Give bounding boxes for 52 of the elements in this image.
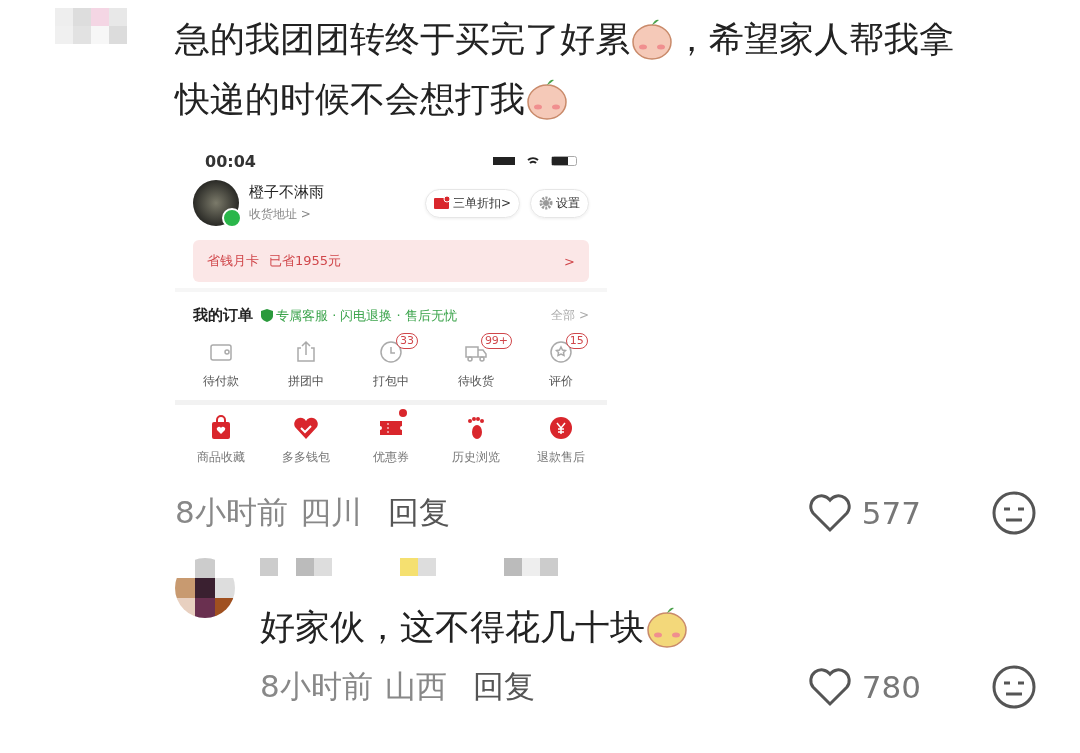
heart-icon[interactable] bbox=[807, 667, 852, 707]
order-status-button[interactable]: 待收货 bbox=[457, 373, 494, 390]
coupon-icon bbox=[433, 196, 450, 210]
neutral-face-icon[interactable] bbox=[991, 664, 1037, 710]
heart-icon[interactable] bbox=[807, 493, 852, 533]
comment-time: 8小时前 bbox=[260, 667, 373, 706]
comment-text: 快递的时候不会想打我 bbox=[175, 79, 525, 119]
heart-icon bbox=[293, 415, 320, 441]
status-time: 00:04 bbox=[205, 151, 256, 171]
comment-text: 好家伙，这不得花几十块 bbox=[260, 607, 645, 647]
tool-button[interactable]: 优惠券 bbox=[373, 449, 409, 466]
neutral-face-icon[interactable] bbox=[991, 490, 1037, 536]
tool-button[interactable]: 历史浏览 bbox=[451, 449, 500, 466]
tool-button[interactable]: 多多钱包 bbox=[282, 449, 331, 466]
comment-text: ，希望家人帮我拿 bbox=[674, 19, 954, 59]
comment-time: 8小时前 bbox=[175, 493, 288, 532]
order-status-button[interactable]: 拼团中 bbox=[288, 373, 325, 390]
blurred-avatar bbox=[175, 558, 235, 618]
tool-button[interactable]: 退款售后 bbox=[536, 449, 585, 466]
user-name: 橙子不淋雨 bbox=[249, 183, 325, 202]
count-badge: 33 bbox=[396, 333, 419, 349]
chevron-icon: > bbox=[564, 253, 575, 269]
settings-icon bbox=[539, 196, 553, 210]
battery-icon bbox=[551, 156, 577, 166]
emoji-icon bbox=[525, 77, 569, 121]
comment-location: 山西 bbox=[384, 667, 447, 706]
comment-text: 急的我团团转终于买完了好累 bbox=[175, 19, 630, 59]
blurred-name bbox=[260, 558, 332, 576]
orders-title: 我的订单 bbox=[193, 306, 253, 325]
like-count: 577 bbox=[861, 495, 921, 531]
count-badge: 15 bbox=[565, 333, 588, 349]
user-avatar bbox=[193, 180, 239, 226]
savings-title: 省钱月卡 bbox=[207, 252, 259, 270]
address-link[interactable]: 收货地址 > bbox=[249, 206, 415, 223]
order-status-button[interactable]: 打包中 bbox=[373, 373, 409, 390]
blurred-avatar bbox=[55, 8, 127, 44]
emoji-icon bbox=[645, 605, 689, 649]
count-badge: 99+ bbox=[480, 333, 513, 349]
reply-link[interactable]: 回复 bbox=[387, 492, 450, 534]
emoji-icon bbox=[630, 17, 674, 61]
yen-icon bbox=[547, 415, 574, 441]
comment-location: 四川 bbox=[299, 493, 362, 532]
shield-icon bbox=[261, 309, 273, 322]
order-status-button[interactable]: 评价 bbox=[548, 373, 573, 390]
savings-card[interactable]: 省钱月卡 已省1955元 > bbox=[193, 240, 589, 282]
order-status-button[interactable]: 待付款 bbox=[203, 373, 240, 390]
tool-button[interactable]: 商品收藏 bbox=[197, 449, 246, 466]
reply-link[interactable]: 回复 bbox=[472, 666, 535, 708]
wifi-icon bbox=[527, 157, 539, 165]
savings-amount: 已省1955元 bbox=[269, 252, 342, 270]
service-promo: 专属客服 · 闪电退换 · 售后无忧 bbox=[276, 306, 457, 325]
like-count: 780 bbox=[861, 669, 921, 705]
